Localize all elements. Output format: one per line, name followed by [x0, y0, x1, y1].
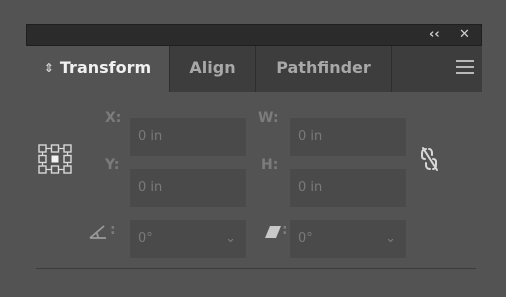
chevron-down-icon: ⌄: [385, 231, 396, 246]
shear-value: 0°: [298, 231, 313, 246]
shear-dropdown[interactable]: 0° ⌄: [290, 220, 406, 258]
panel-tabs: ⇕ Transform Align Pathfinder: [26, 46, 482, 92]
y-input[interactable]: 0 in: [130, 169, 246, 207]
w-value: 0 in: [298, 129, 323, 144]
rotate-angle-icon: [89, 225, 106, 239]
tab-pathfinder[interactable]: Pathfinder: [256, 46, 392, 92]
transform-content: X: 0 in W: 0 in Y: 0 in H: 0 in: 0° ⌄:…: [26, 92, 482, 297]
rotate-dropdown[interactable]: 0° ⌄: [130, 220, 246, 258]
expand-arrows-icon: ⇕: [43, 61, 54, 75]
tab-label: Transform: [59, 58, 152, 77]
tab-label: Align: [189, 58, 236, 77]
chevron-down-icon: ⌄: [225, 231, 236, 246]
h-input[interactable]: 0 in: [290, 169, 406, 207]
w-label: W:: [258, 110, 279, 126]
y-label: Y:: [105, 157, 120, 173]
constrain-proportions-link-icon[interactable]: [420, 146, 442, 172]
h-label: H:: [261, 157, 279, 173]
tab-transform[interactable]: ⇕ Transform: [26, 46, 170, 92]
rotate-label: :: [110, 222, 116, 238]
x-label: X:: [105, 110, 122, 126]
shear-icon: [265, 226, 281, 238]
panel-titlebar[interactable]: ‹‹ ✕: [26, 24, 482, 46]
tab-align[interactable]: Align: [170, 46, 256, 92]
transform-panel: ‹‹ ✕ ⇕ Transform Align Pathfinder X: 0 i…: [26, 24, 482, 297]
x-value: 0 in: [138, 129, 163, 144]
shear-label: :: [282, 222, 288, 238]
double-left-chevron-icon[interactable]: ‹‹: [429, 28, 440, 42]
w-input[interactable]: 0 in: [290, 118, 406, 156]
x-input[interactable]: 0 in: [130, 118, 246, 156]
y-value: 0 in: [138, 180, 163, 195]
h-value: 0 in: [298, 180, 323, 195]
reference-point-icon[interactable]: [38, 144, 72, 174]
rotate-value: 0°: [138, 231, 153, 246]
hamburger-menu-icon[interactable]: [456, 60, 474, 74]
tab-label: Pathfinder: [276, 58, 371, 77]
close-icon[interactable]: ✕: [459, 28, 470, 42]
section-divider: [36, 268, 476, 269]
